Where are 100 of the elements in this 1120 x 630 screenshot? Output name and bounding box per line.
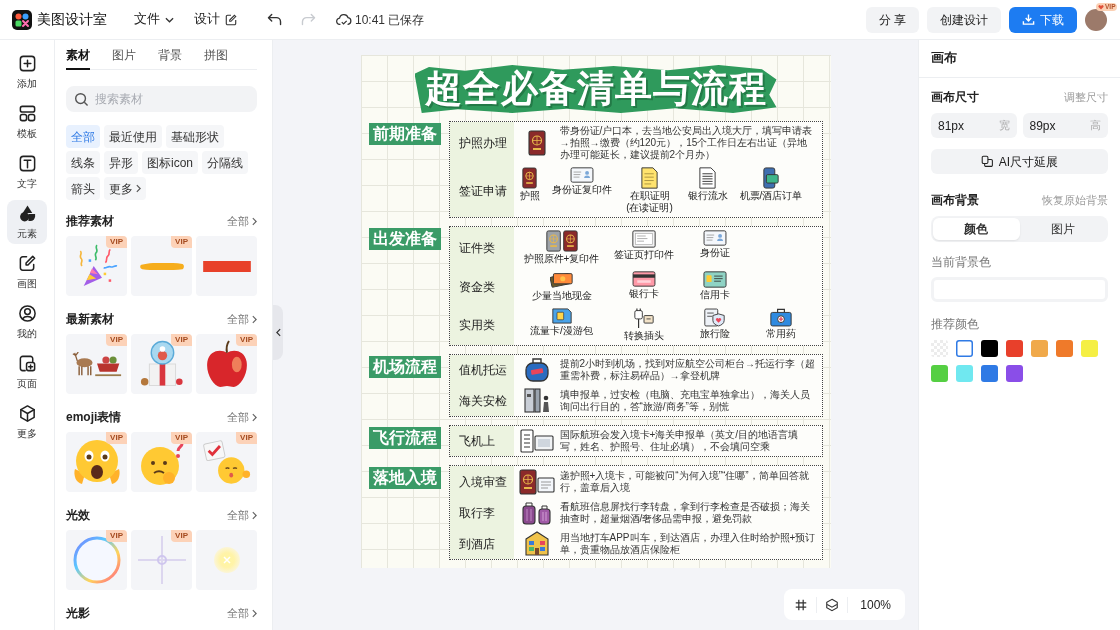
two-suitcases-icon	[522, 501, 551, 525]
mode-tab[interactable]: 颜色	[933, 218, 1020, 240]
view-all-link[interactable]: 全部	[227, 408, 257, 426]
vip-badge: VIP	[171, 236, 192, 248]
bank-card-icon	[631, 271, 656, 287]
chevron-right-icon	[252, 314, 257, 324]
share-button[interactable]: 分 享	[865, 6, 919, 33]
menu-button[interactable]: 文件	[134, 10, 174, 29]
avatar[interactable]	[1085, 8, 1107, 31]
bubble-ring-icon	[72, 536, 121, 584]
sidebar-tab[interactable]: 添加	[7, 50, 47, 94]
filter-chip[interactable]: 基础形状	[166, 125, 224, 148]
item-label: 信用卡	[699, 289, 730, 301]
sidebar-tab[interactable]: 页面	[7, 350, 47, 394]
color-swatch-icon[interactable]	[1006, 340, 1023, 357]
view-all-link[interactable]: 全部	[227, 212, 257, 230]
overlapping-rectangles-icon	[980, 155, 994, 168]
sidebar-tab[interactable]: 更多	[7, 400, 47, 444]
search-field[interactable]: 搜索素材	[66, 86, 257, 112]
color-swatch-icon[interactable]	[1006, 365, 1023, 382]
panel-tab[interactable]: 素材	[66, 46, 90, 70]
logo-icon	[12, 9, 32, 30]
item-label: 少量当地现金	[531, 290, 592, 302]
sticker-tile[interactable]: VIP	[196, 432, 257, 492]
title-edit-button[interactable]: 设计	[194, 10, 237, 29]
heart-icon	[1098, 3, 1104, 10]
filter-chip[interactable]: 异形	[104, 151, 138, 174]
sidebar-tab[interactable]: 我的	[7, 300, 47, 344]
zoom-level-button[interactable]: 100%	[848, 589, 903, 620]
grid-icon	[794, 597, 809, 612]
sticker-tile[interactable]: VIP	[196, 334, 257, 394]
sticker-tile[interactable]	[196, 530, 257, 590]
view-all-link[interactable]: 全部	[227, 506, 257, 524]
filter-chip[interactable]: 最近使用	[104, 125, 162, 148]
panel-tab[interactable]: 拼图	[204, 46, 228, 70]
mode-tab[interactable]: 图片	[1019, 218, 1106, 240]
sidebar-tab[interactable]: 元素	[7, 200, 47, 244]
view-all-link[interactable]: 全部	[227, 604, 257, 622]
more-filters-button[interactable]: 更多	[104, 177, 146, 200]
plug-icon	[633, 308, 654, 329]
item-label: 签证页打印件	[613, 249, 674, 261]
user-icon	[17, 303, 37, 323]
save-status: 10:41 已保存	[355, 11, 425, 29]
description-text: 看航班信息屏找行李转盘，拿到行李检查是否破损；海关抽查时，超量烟酒/奢侈品需申报，避免罚款	[559, 501, 811, 525]
sticker-tile[interactable]: VIP	[131, 530, 192, 590]
view-all-link[interactable]: 全部	[227, 310, 257, 328]
edit-icon	[225, 13, 237, 26]
panel-tab[interactable]: 图片	[112, 46, 136, 70]
filter-chip[interactable]: 箭头	[66, 177, 100, 200]
sticker-tile[interactable]: VIP	[66, 236, 127, 296]
layers-icon	[825, 597, 840, 612]
color-swatch-icon[interactable]	[981, 340, 998, 357]
color-swatch-icon[interactable]	[931, 365, 948, 382]
passport-icon	[522, 167, 537, 189]
medical-kit-icon	[769, 308, 792, 327]
cloud-check-icon	[336, 13, 352, 26]
download-button[interactable]: 下载	[1009, 6, 1077, 33]
color-swatch-icon[interactable]	[981, 365, 998, 382]
sticker-tile[interactable]: VIP	[131, 432, 192, 492]
undo-button[interactable]	[267, 13, 282, 26]
description-text: 提前2小时到机场，找到对应航空公司柜台→托运行李（超重需补费，标注易碎品）→拿登机牌	[559, 358, 816, 382]
undo-icon	[267, 13, 282, 26]
security-gate-icon	[523, 388, 550, 413]
sparkle-icon	[137, 536, 186, 584]
chevron-right-icon	[136, 184, 141, 193]
filter-chip[interactable]: 分隔线	[202, 151, 248, 174]
chevron-left-icon	[275, 328, 281, 337]
sticker-tile[interactable]: VIP	[131, 334, 192, 394]
form-and-card-icon	[519, 429, 554, 453]
shapes-icon	[17, 203, 37, 223]
create-design-button[interactable]: 创建设计	[927, 6, 1001, 33]
sticker-tile[interactable]	[196, 236, 257, 296]
sidebar-tab[interactable]: 模板	[7, 100, 47, 144]
gift-snow-globe-icon	[139, 340, 184, 388]
collapse-panel-handle[interactable]	[273, 305, 283, 360]
sidebar-tab[interactable]: 文字	[7, 150, 47, 194]
template-icon	[17, 103, 37, 123]
redo-icon	[301, 13, 316, 26]
panel-title: 画布	[919, 40, 1120, 78]
filter-chip[interactable]: 全部	[66, 125, 100, 148]
sidebar-tab[interactable]: 画图	[7, 250, 47, 294]
filter-chip[interactable]: 图标icon	[142, 151, 198, 174]
document-icon	[641, 167, 658, 189]
sticker-tile[interactable]: VIP	[66, 530, 127, 590]
sticker-tile[interactable]: VIP	[66, 334, 127, 394]
download-icon	[1022, 13, 1035, 26]
panel-tab[interactable]: 背景	[158, 46, 182, 70]
ai-resize-button[interactable]: AI尺寸延展	[931, 149, 1108, 174]
color-swatch-icon[interactable]	[956, 340, 973, 357]
color-swatch-icon[interactable]	[1031, 340, 1048, 357]
sticker-tile[interactable]: VIP	[66, 432, 127, 492]
field-label: 推荐颜色	[931, 316, 980, 332]
row-label: 值机托运	[449, 355, 514, 385]
color-swatch-icon[interactable]	[1056, 340, 1073, 357]
filter-chip[interactable]: 线条	[66, 151, 100, 174]
sticker-tile[interactable]: VIP	[131, 236, 192, 296]
chevron-right-icon	[252, 608, 257, 618]
section-title: 光效	[66, 507, 90, 524]
color-swatch-icon[interactable]	[1081, 340, 1098, 357]
color-swatch-icon[interactable]	[956, 365, 973, 382]
